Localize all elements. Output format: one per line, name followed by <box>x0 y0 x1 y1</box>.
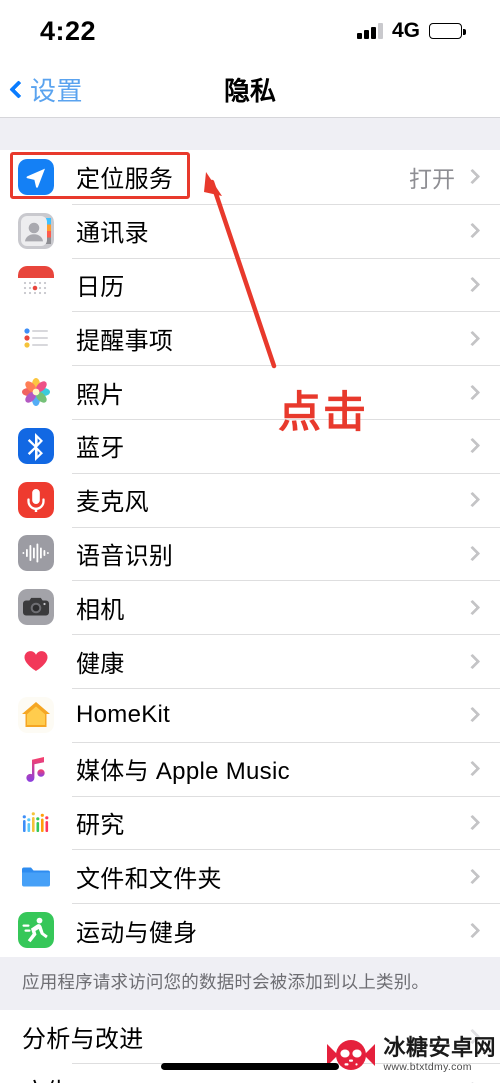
list-item-label: 定位服务 <box>76 166 174 194</box>
list-item-label: 研究 <box>76 811 125 839</box>
list-item-label: 麦克风 <box>76 489 149 517</box>
bluetooth-icon <box>18 427 54 464</box>
chevron-right-icon <box>464 1028 481 1044</box>
research-chart-icon <box>18 804 54 841</box>
chevron-right-icon <box>464 222 481 239</box>
contacts-icon <box>18 212 54 249</box>
status-bar-clock: 4:22 <box>40 15 97 46</box>
list-item-analytics-improvements[interactable]: 分析与改进 <box>0 1009 500 1063</box>
photos-icon <box>18 374 54 411</box>
chevron-right-icon <box>464 276 481 293</box>
camera-icon <box>18 589 54 626</box>
privacy-list: 定位服务 打开 通讯录 日历 提醒事项 照片 蓝牙 麦克风 语音识别 相机 健康… <box>0 150 500 957</box>
list-item-photos[interactable]: 照片 <box>0 365 500 419</box>
back-button-label: 设置 <box>30 76 84 106</box>
chevron-right-icon <box>464 922 481 938</box>
navigation-bar: 设置 隐私 <box>0 62 500 118</box>
status-bar-indicators: 4G <box>357 19 466 43</box>
list-item-label: 蓝牙 <box>76 435 125 463</box>
list-item-reminders[interactable]: 提醒事项 <box>0 311 500 366</box>
phone-screen: 4:22 4G 设置 隐私 定位服务 打开 通讯录 日历 提醒事项 照片 蓝牙 … <box>0 0 500 1083</box>
chevron-right-icon <box>464 599 481 616</box>
chevron-right-icon <box>464 545 481 562</box>
list-item-research[interactable]: 研究 <box>0 795 500 850</box>
microphone-icon <box>18 481 54 518</box>
list-item-label: 语音识别 <box>76 542 174 570</box>
list-item-label: 文件和文件夹 <box>76 865 222 893</box>
list-item-bluetooth[interactable]: 蓝牙 <box>0 418 500 473</box>
folder-icon <box>18 858 54 895</box>
privacy-footer-note: 应用程序请求访问您的数据时会被添加到以上类别。 <box>0 956 500 1010</box>
chevron-right-icon <box>464 384 481 400</box>
calendar-icon <box>18 266 54 303</box>
location-arrow-icon <box>18 158 54 195</box>
list-item-label: 健康 <box>76 650 125 678</box>
chevron-right-icon <box>464 169 481 185</box>
chevron-right-icon <box>464 760 481 777</box>
chevron-right-icon <box>464 868 481 885</box>
section-gap-top <box>0 118 500 150</box>
battery-icon <box>429 23 466 39</box>
list-item-motion-fitness[interactable]: 运动与健身 <box>0 903 500 957</box>
list-item-media-apple-music[interactable]: 媒体与 Apple Music <box>0 741 500 796</box>
list-item-contacts[interactable]: 通讯录 <box>0 203 500 258</box>
signal-bars-icon <box>357 23 383 39</box>
list-item-location-services[interactable]: 定位服务 打开 <box>0 150 500 204</box>
reminders-icon <box>18 320 54 357</box>
list-item-label: 通讯录 <box>76 220 149 248</box>
chevron-right-icon <box>464 707 481 723</box>
list-item-label: 媒体与 Apple Music <box>76 758 290 786</box>
chevron-right-icon <box>464 438 481 454</box>
list-item-label: 照片 <box>76 381 125 409</box>
speech-waveform-icon <box>18 535 54 572</box>
list-item-label: 分析与改进 <box>22 1025 144 1053</box>
secondary-list: 分析与改进 广告 <box>0 1009 500 1083</box>
music-note-icon <box>18 750 54 787</box>
list-item-value: 打开 <box>409 165 455 192</box>
chevron-right-icon <box>464 653 481 669</box>
home-house-icon <box>18 696 54 733</box>
list-item-camera[interactable]: 相机 <box>0 580 500 635</box>
chevron-left-icon <box>9 80 28 99</box>
list-item-label: HomeKit <box>76 700 171 728</box>
list-item-homekit[interactable]: HomeKit <box>0 687 500 742</box>
back-button[interactable]: 设置 <box>0 71 83 108</box>
list-item-health[interactable]: 健康 <box>0 634 500 688</box>
list-item-files-and-folders[interactable]: 文件和文件夹 <box>0 849 500 904</box>
chevron-right-icon <box>464 330 481 347</box>
network-type-label: 4G <box>391 19 420 42</box>
home-indicator[interactable] <box>161 1063 339 1070</box>
list-item-microphone[interactable]: 麦克风 <box>0 472 500 527</box>
list-item-label: 广告 <box>22 1072 467 1083</box>
chevron-right-icon <box>464 814 481 831</box>
list-item-speech-recognition[interactable]: 语音识别 <box>0 526 500 581</box>
chevron-right-icon <box>464 491 481 508</box>
list-item-label: 提醒事项 <box>76 327 174 355</box>
list-item-label: 日历 <box>76 273 125 301</box>
list-item-calendar[interactable]: 日历 <box>0 257 500 312</box>
status-bar: 4:22 4G <box>0 0 500 62</box>
list-item-label: 相机 <box>76 596 125 624</box>
health-heart-icon <box>18 643 54 680</box>
list-item-label: 运动与健身 <box>76 919 198 947</box>
motion-fitness-icon <box>18 912 54 949</box>
